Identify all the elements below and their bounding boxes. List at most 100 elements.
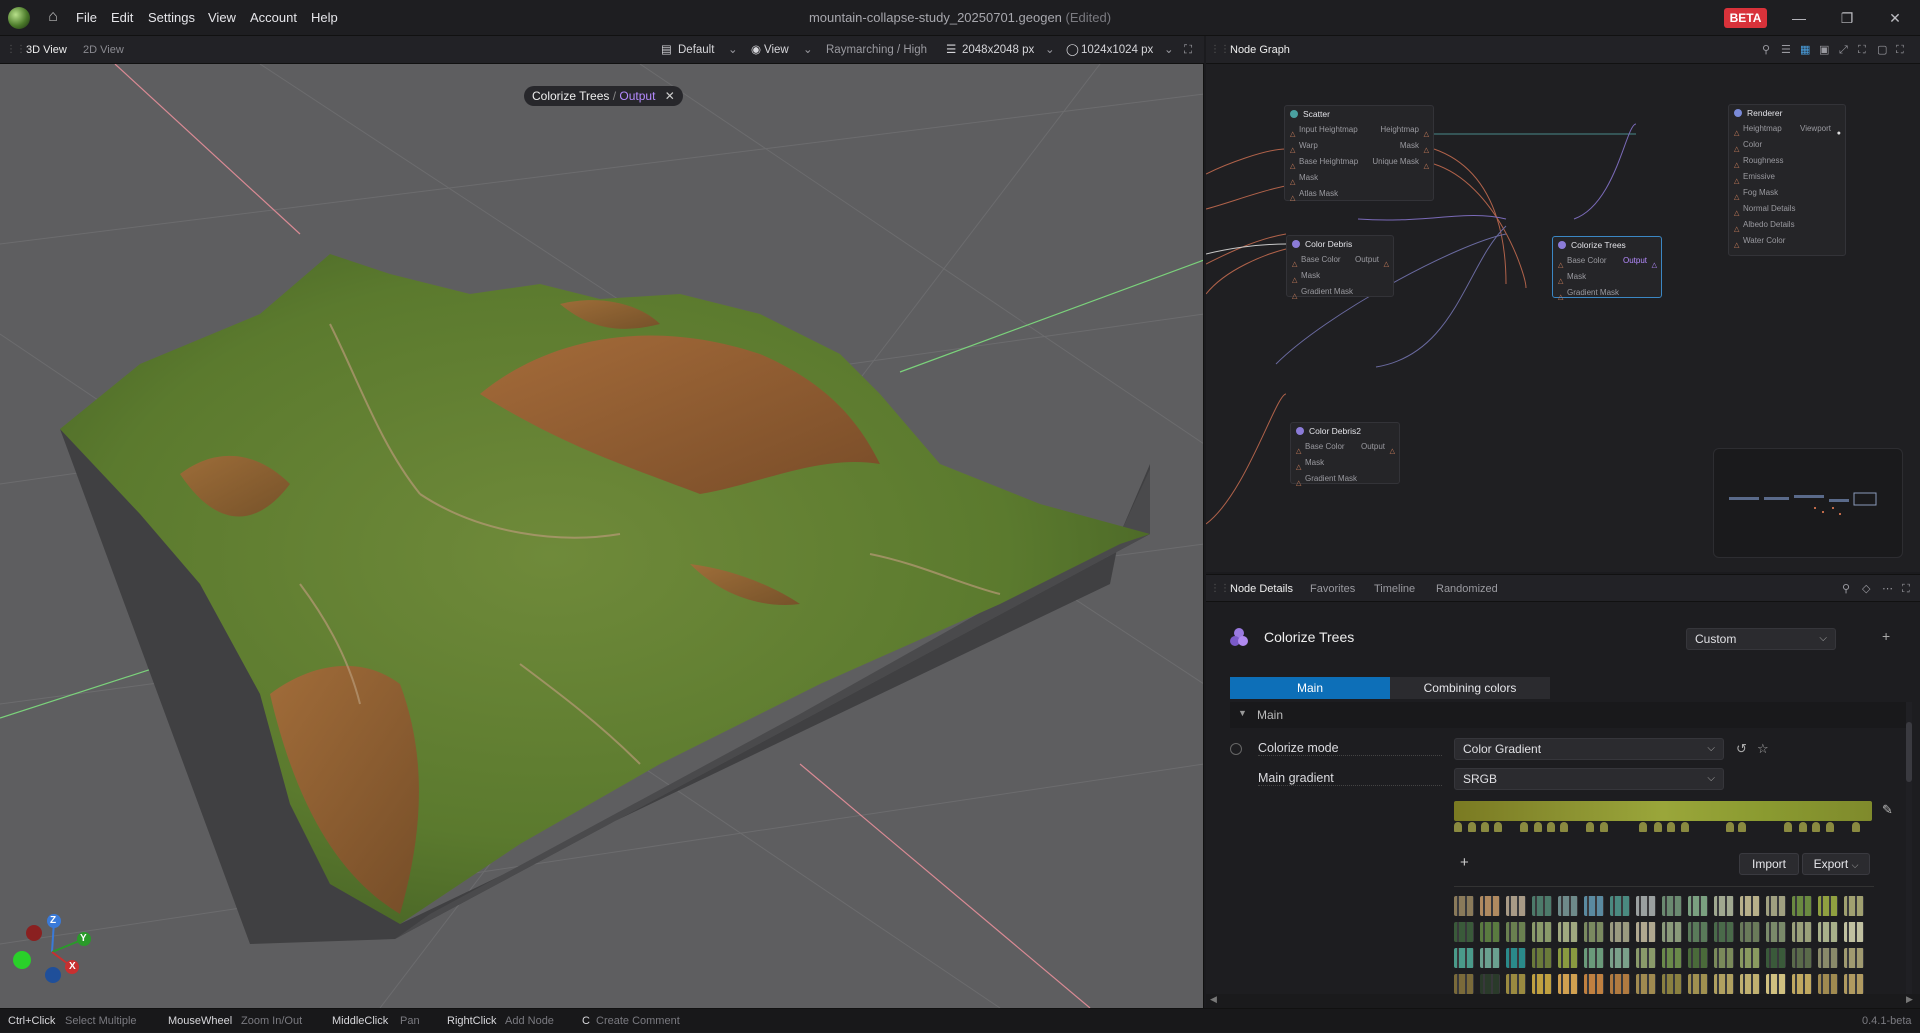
chevron-down-icon[interactable]: ⌄ (728, 36, 738, 64)
menu-view[interactable]: View (208, 0, 236, 36)
gradient-preset-swatch[interactable] (1480, 974, 1500, 994)
subtab-combining-colors[interactable]: Combining colors (1390, 677, 1550, 699)
gradient-preset-swatch[interactable] (1610, 922, 1630, 942)
gradient-preset-swatch[interactable] (1844, 948, 1864, 968)
import-button[interactable]: Import (1739, 853, 1799, 875)
diamond-icon[interactable]: ◇ (1862, 575, 1870, 603)
gradient-preset-swatch[interactable] (1818, 974, 1838, 994)
view-dropdown[interactable]: View (764, 36, 789, 64)
viewport-output-chip[interactable]: Colorize Trees / Output ✕ (524, 86, 683, 106)
scrollbar-thumb[interactable] (1906, 722, 1912, 782)
port-in-icon[interactable]: △ (1290, 191, 1295, 207)
gradient-preset-swatch[interactable] (1636, 974, 1656, 994)
gradient-stop[interactable] (1738, 822, 1746, 832)
gradient-preset-swatch[interactable] (1714, 896, 1734, 916)
port-in-icon[interactable]: △ (1292, 289, 1297, 305)
gradient-preset-swatch[interactable] (1506, 974, 1526, 994)
node-color-debris2[interactable]: Color Debris2 △ Base Color Output △ △ Mask △… (1290, 422, 1400, 487)
gradient-preset-swatch[interactable] (1662, 974, 1682, 994)
add-stop-icon[interactable]: + (1460, 854, 1469, 871)
gradient-preset-swatch[interactable] (1766, 922, 1786, 942)
eyedropper-icon[interactable]: ✎ (1882, 802, 1893, 818)
menu-file[interactable]: File (76, 0, 97, 36)
chevron-left-icon[interactable]: ◀ (1210, 994, 1217, 1005)
gradient-stop[interactable] (1494, 822, 1502, 832)
resolution-dropdown[interactable]: 2048x2048 px (962, 36, 1034, 64)
close-icon[interactable]: ✕ (665, 89, 675, 103)
section-header[interactable]: ▼ Main (1230, 702, 1906, 728)
gradient-preset-swatch[interactable] (1636, 948, 1656, 968)
node-renderer[interactable]: Renderer △ Heightmap Viewport ● △ Color △ Rou… (1728, 104, 1846, 256)
home-icon[interactable]: ⌂ (44, 8, 62, 26)
gradient-stop[interactable] (1534, 822, 1542, 832)
tab-randomized[interactable]: Randomized (1436, 575, 1498, 603)
gradient-stop[interactable] (1639, 822, 1647, 832)
gradient-stop[interactable] (1468, 822, 1476, 832)
gradient-stop[interactable] (1667, 822, 1675, 832)
render-mode[interactable]: Raymarching / High (826, 36, 927, 64)
gradient-preset-swatch[interactable] (1714, 974, 1734, 994)
gradient-preset-swatch[interactable] (1532, 922, 1552, 942)
gradient-preset-swatch[interactable] (1766, 974, 1786, 994)
gradient-stop[interactable] (1654, 822, 1662, 832)
gradient-preset-swatch[interactable] (1740, 922, 1760, 942)
gradient-preset-swatch[interactable] (1506, 948, 1526, 968)
subtab-main[interactable]: Main (1230, 677, 1390, 699)
node-color-debris[interactable]: Color Debris △ Base Color Output △ △ Mask △ G… (1286, 235, 1394, 300)
star-icon[interactable]: ☆ (1757, 741, 1769, 757)
gradient-stop[interactable] (1520, 822, 1528, 832)
gradient-preset-swatch[interactable] (1506, 922, 1526, 942)
gradient-preset-swatch[interactable] (1610, 974, 1630, 994)
tab-3d-view[interactable]: 3D View (26, 36, 67, 64)
gradient-preset-swatch[interactable] (1740, 896, 1760, 916)
gradient-preset-swatch[interactable] (1532, 974, 1552, 994)
gradient-preset-swatch[interactable] (1636, 896, 1656, 916)
gradient-stop[interactable] (1586, 822, 1594, 832)
gradient-preset-swatch[interactable] (1792, 974, 1812, 994)
gradient-preset-swatch[interactable] (1740, 948, 1760, 968)
gradient-preset-swatch[interactable] (1844, 974, 1864, 994)
gradient-preset-swatch[interactable] (1714, 922, 1734, 942)
gradient-stop[interactable] (1852, 822, 1860, 832)
radio-colorize-mode[interactable] (1230, 743, 1242, 755)
expand-icon[interactable]: ⤢ (1839, 36, 1848, 64)
tab-2d-view[interactable]: 2D View (83, 36, 124, 64)
minimize-icon[interactable]: — (1776, 0, 1822, 36)
chevron-right-icon[interactable]: ▶ (1906, 994, 1913, 1005)
chevron-down-icon[interactable]: ⌄ (1045, 36, 1055, 64)
gradient-stops[interactable] (1454, 822, 1874, 834)
tab-timeline[interactable]: Timeline (1374, 575, 1415, 603)
port-in-icon[interactable]: △ (1558, 290, 1563, 306)
gradient-preset-swatch[interactable] (1558, 974, 1578, 994)
node-colorize-trees[interactable]: Colorize Trees △ Base Color Output △ △ Mask … (1552, 236, 1662, 301)
gradient-preset-swatch[interactable] (1662, 948, 1682, 968)
gradient-preset-swatch[interactable] (1740, 974, 1760, 994)
drag-grip-icon[interactable]: ⋮⋮ (6, 36, 26, 64)
gradient-stop[interactable] (1826, 822, 1834, 832)
gradient-stop[interactable] (1560, 822, 1568, 832)
gradient-preset-swatch[interactable] (1636, 922, 1656, 942)
gradient-preset-swatch[interactable] (1844, 896, 1864, 916)
chevron-down-icon[interactable]: ⌄ (1164, 36, 1174, 64)
gradient-preset-swatch[interactable] (1558, 896, 1578, 916)
gradient-preset-swatch[interactable] (1688, 922, 1708, 942)
gradient-preset-swatch[interactable] (1480, 922, 1500, 942)
gradient-preset-swatch[interactable] (1688, 896, 1708, 916)
menu-settings[interactable]: Settings (148, 0, 195, 36)
gradient-preset-swatch[interactable] (1454, 896, 1474, 916)
gradient-preset-swatch[interactable] (1584, 948, 1604, 968)
gradient-preset-swatch[interactable] (1584, 974, 1604, 994)
reset-icon[interactable]: ↺ (1736, 741, 1747, 757)
gradient-preset-swatch[interactable] (1792, 896, 1812, 916)
scrollbar[interactable] (1906, 702, 1912, 1002)
export-button[interactable]: Export ⌵ (1802, 853, 1870, 875)
gradient-preset-swatch[interactable] (1766, 948, 1786, 968)
gradient-stop[interactable] (1726, 822, 1734, 832)
gradient-preset-swatch[interactable] (1766, 896, 1786, 916)
drag-grip-icon[interactable]: ⋮⋮ (1210, 36, 1230, 64)
close-icon[interactable]: ✕ (1872, 0, 1918, 36)
gradient-preset-swatch[interactable] (1480, 896, 1500, 916)
gradient-preset-swatch[interactable] (1454, 922, 1474, 942)
gradient-preset-swatch[interactable] (1480, 948, 1500, 968)
node-graph-minimap[interactable] (1713, 448, 1903, 558)
